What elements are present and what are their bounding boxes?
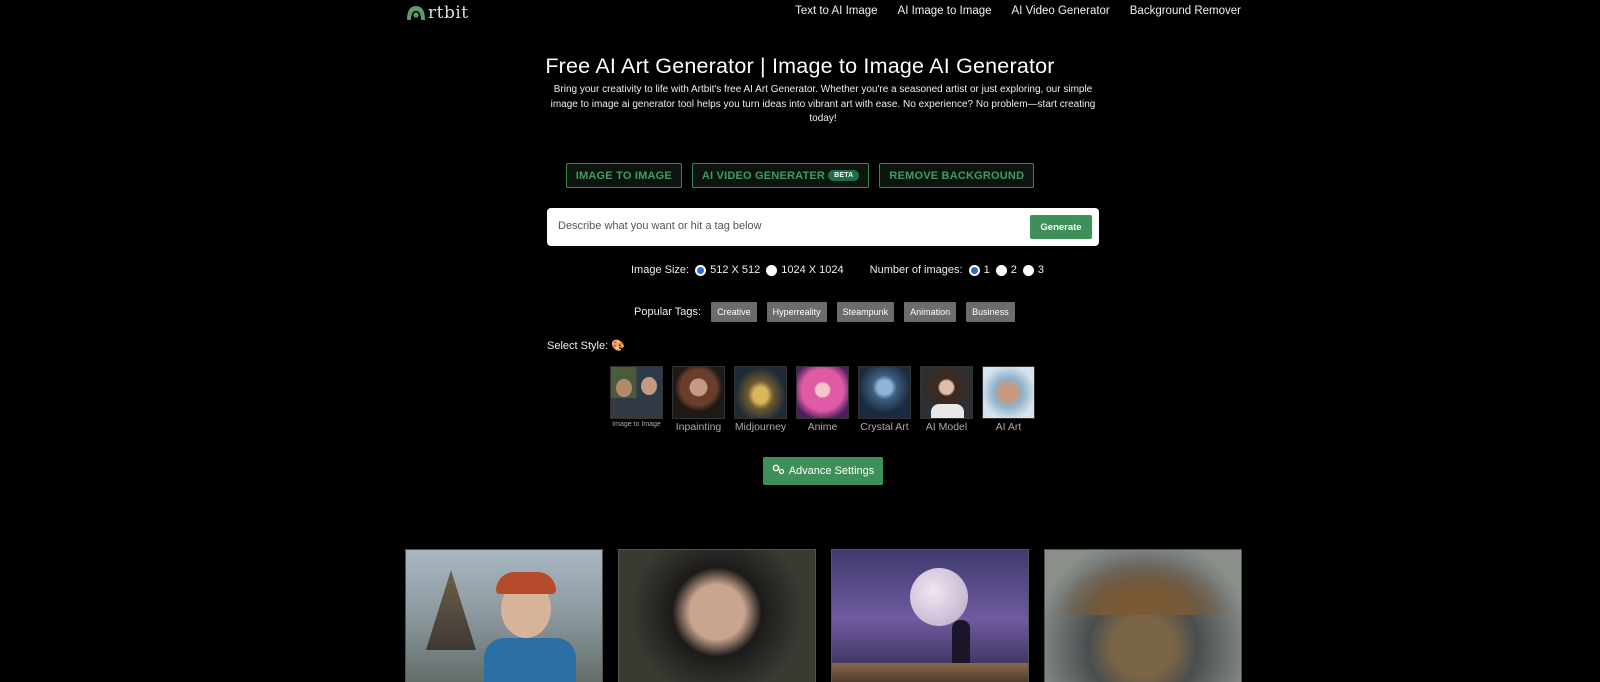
prompt-bar: Generate bbox=[547, 208, 1099, 246]
generation-options: Image Size: 512 X 512 1024 X 1024 Number… bbox=[631, 264, 1044, 276]
remove-background-label: REMOVE BACKGROUND bbox=[889, 169, 1025, 182]
style-anime[interactable]: Anime bbox=[796, 366, 849, 433]
style-inpainting[interactable]: Inpainting bbox=[672, 366, 725, 433]
advance-settings-label: Advance Settings bbox=[788, 465, 875, 477]
gallery-image[interactable] bbox=[618, 549, 816, 682]
image-size-label: Image Size: bbox=[631, 264, 690, 276]
page-description: Bring your creativity to life with Artbi… bbox=[550, 84, 1096, 124]
mode-switcher: IMAGE TO IMAGE AI VIDEO GENERATER BETA R… bbox=[0, 163, 1600, 188]
size-1024-label: 1024 X 1024 bbox=[781, 264, 844, 276]
example-gallery bbox=[405, 549, 1242, 682]
size-512-radio[interactable] bbox=[695, 264, 707, 276]
style-label-ai-model: AI Model bbox=[925, 421, 968, 433]
style-label-image-to-image: Image to Image bbox=[612, 421, 661, 428]
style-thumb-image-to-image bbox=[610, 366, 663, 419]
generate-button[interactable]: Generate bbox=[1030, 215, 1092, 239]
popular-tags: Popular Tags: Creative Hyperreality Stea… bbox=[634, 302, 1015, 322]
style-ai-art[interactable]: AI Art bbox=[982, 366, 1035, 433]
style-crystal-art[interactable]: Crystal Art bbox=[858, 366, 911, 433]
tag-steampunk[interactable]: Steampunk bbox=[836, 302, 895, 322]
tag-animation[interactable]: Animation bbox=[904, 302, 957, 322]
gallery-image[interactable] bbox=[1044, 549, 1242, 682]
tag-creative[interactable]: Creative bbox=[711, 302, 757, 322]
style-thumb-ai-art bbox=[982, 366, 1035, 419]
style-label-anime: Anime bbox=[807, 421, 838, 433]
tag-business[interactable]: Business bbox=[966, 302, 1015, 322]
ai-video-label: AI VIDEO GENERATER bbox=[701, 169, 826, 182]
count-1-radio[interactable] bbox=[968, 264, 980, 276]
style-label-ai-art: AI Art bbox=[995, 421, 1022, 433]
count-2-radio[interactable] bbox=[995, 264, 1007, 276]
gallery-image[interactable] bbox=[831, 549, 1029, 682]
tag-hyperreality[interactable]: Hyperreality bbox=[766, 302, 827, 322]
gears-icon bbox=[772, 464, 785, 478]
style-ai-model[interactable]: AI Model bbox=[920, 366, 973, 433]
style-thumb-inpainting bbox=[672, 366, 725, 419]
advance-settings-button[interactable]: Advance Settings bbox=[763, 457, 883, 485]
count-2-label: 2 bbox=[1010, 264, 1017, 276]
ai-video-generator-button[interactable]: AI VIDEO GENERATER BETA bbox=[691, 163, 870, 188]
style-label-midjourney: Midjourney bbox=[734, 421, 787, 433]
site-header: rtbit Text to AI Image AI Image to Image… bbox=[0, 0, 1600, 26]
style-label-crystal-art: Crystal Art bbox=[860, 421, 909, 433]
style-thumb-crystal-art bbox=[858, 366, 911, 419]
count-3-radio[interactable] bbox=[1022, 264, 1034, 276]
artbit-logo-icon bbox=[405, 4, 427, 22]
main-nav: Text to AI Image AI Image to Image AI Vi… bbox=[795, 5, 1241, 17]
size-1024-radio[interactable] bbox=[766, 264, 778, 276]
image-to-image-button[interactable]: IMAGE TO IMAGE bbox=[565, 163, 682, 188]
style-label-inpainting: Inpainting bbox=[675, 421, 722, 433]
nav-background-remover[interactable]: Background Remover bbox=[1130, 5, 1241, 17]
style-image-to-image[interactable]: Image to Image bbox=[610, 366, 663, 433]
style-thumb-anime bbox=[796, 366, 849, 419]
select-style-label: Select Style: 🎨 bbox=[547, 340, 625, 352]
remove-background-button[interactable]: REMOVE BACKGROUND bbox=[879, 163, 1035, 188]
style-thumb-midjourney bbox=[734, 366, 787, 419]
count-3-label: 3 bbox=[1037, 264, 1044, 276]
logo[interactable]: rtbit bbox=[405, 3, 469, 23]
size-512-label: 512 X 512 bbox=[710, 264, 761, 276]
nav-ai-image-to-image[interactable]: AI Image to Image bbox=[898, 5, 992, 17]
style-selector: Image to Image Inpainting Midjourney Ani… bbox=[610, 366, 1035, 433]
prompt-input[interactable] bbox=[558, 220, 1018, 232]
logo-text: rtbit bbox=[428, 3, 469, 23]
image-to-image-label: IMAGE TO IMAGE bbox=[575, 169, 672, 182]
number-of-images-label: Number of images: bbox=[869, 264, 963, 276]
count-1-label: 1 bbox=[983, 264, 990, 276]
nav-text-to-ai-image[interactable]: Text to AI Image bbox=[795, 5, 877, 17]
nav-ai-video-generator[interactable]: AI Video Generator bbox=[1012, 5, 1110, 17]
page-title: Free AI Art Generator | Image to Image A… bbox=[545, 54, 1055, 78]
style-midjourney[interactable]: Midjourney bbox=[734, 366, 787, 433]
popular-tags-label: Popular Tags: bbox=[634, 306, 702, 318]
gallery-image[interactable] bbox=[405, 549, 603, 682]
beta-badge: BETA bbox=[828, 170, 860, 181]
palette-icon: 🎨 bbox=[611, 340, 625, 352]
style-thumb-ai-model bbox=[920, 366, 973, 419]
